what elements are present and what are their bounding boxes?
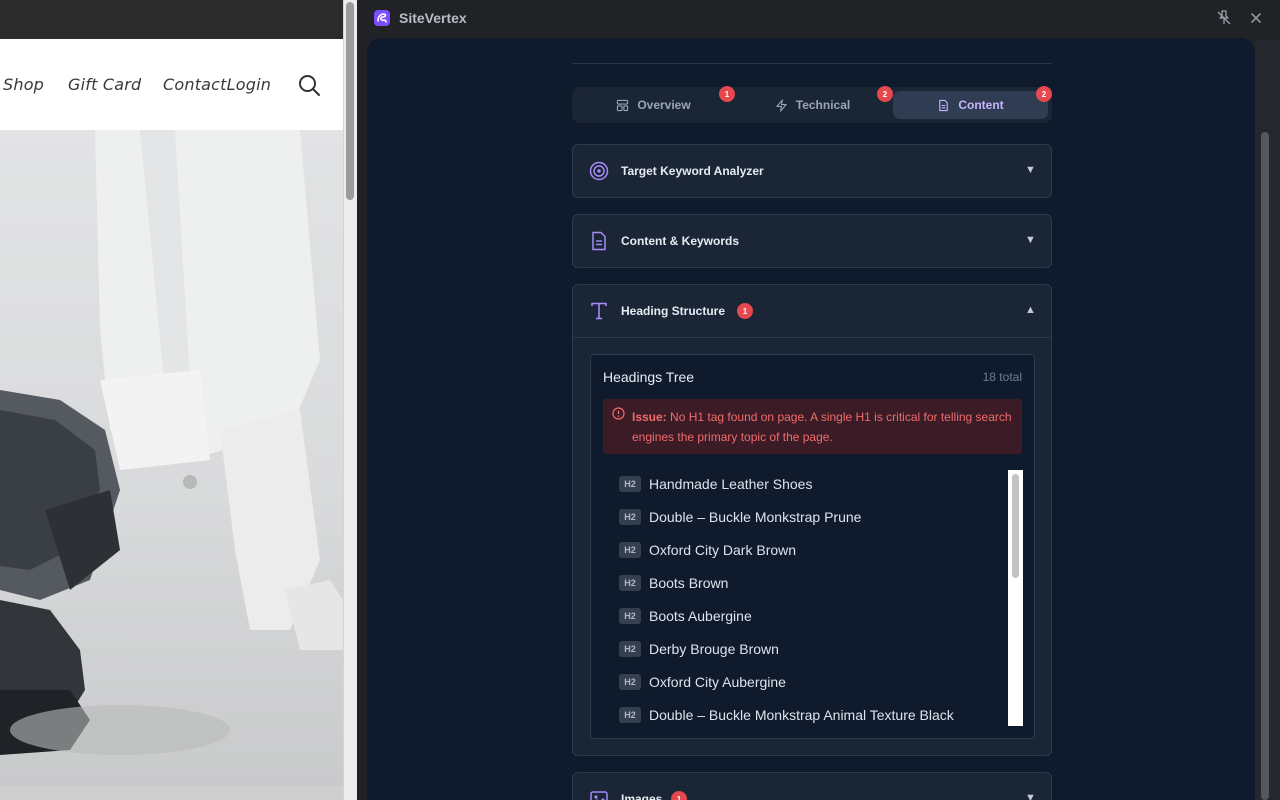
tab-technical-label: Technical: [795, 98, 851, 112]
section-content-keywords-title: Content & Keywords: [621, 234, 740, 248]
chevron-down-icon: ▼: [1025, 234, 1036, 246]
list-item[interactable]: H2 Double – Buckle Monkstrap Animal Text…: [619, 705, 954, 725]
section-target-keyword-header[interactable]: Target Keyword Analyzer ▼: [573, 145, 1051, 197]
section-content-keywords-header[interactable]: Content & Keywords ▼: [573, 215, 1051, 267]
heading-text: Oxford City Dark Brown: [649, 542, 797, 558]
list-item[interactable]: H2 Oxford City Dark Brown: [619, 540, 796, 560]
website-viewport: Shop Gift Card ContactLogin: [0, 0, 343, 800]
close-icon[interactable]: [1247, 9, 1265, 27]
heading-level-tag: H2: [619, 641, 641, 657]
issue-text: No H1 tag found on page. A single H1 is …: [632, 410, 1012, 444]
hero-image: [0, 130, 343, 786]
section-content-keywords: Content & Keywords ▼: [572, 214, 1052, 268]
list-item[interactable]: H2 Oxford City Aubergine: [619, 672, 786, 692]
list-item[interactable]: H2 Handmade Leather Shoes: [619, 474, 812, 494]
search-icon[interactable]: [298, 74, 320, 96]
image-icon: [590, 791, 608, 800]
top-divider: [572, 63, 1052, 64]
app-title: SiteVertex: [399, 10, 467, 26]
layout-icon: [617, 99, 629, 111]
sitevertex-logo-icon: [374, 10, 390, 26]
nav-link-contact-login[interactable]: ContactLogin: [163, 75, 271, 94]
site-bottom-strip: [0, 786, 343, 800]
heading-level-tag: H2: [619, 509, 641, 525]
section-heading-structure: Heading Structure 1 ▲ Headings Tree 18 t…: [572, 284, 1052, 756]
unpin-icon[interactable]: [1215, 9, 1233, 27]
tab-technical-badge: 2: [877, 86, 893, 102]
chevron-up-icon: ▲: [1025, 304, 1036, 316]
section-images: Images 1 ▼: [572, 772, 1052, 800]
tab-bar: Overview 1 Technical 2 Content 2: [572, 86, 1052, 123]
heading-text: Boots Brown: [649, 575, 729, 591]
panel-content: Overview 1 Technical 2 Content 2 Target …: [367, 38, 1255, 800]
section-images-header[interactable]: Images 1 ▼: [573, 773, 1051, 800]
shoes-photo: [0, 130, 343, 755]
heading-text: Double – Buckle Monkstrap Animal Texture…: [649, 707, 954, 723]
headings-list-scrollbar-thumb[interactable]: [1012, 474, 1019, 578]
tab-overview[interactable]: Overview: [576, 91, 731, 119]
issue-label: Issue:: [632, 410, 667, 424]
heading-text: Double – Buckle Monkstrap Prune: [649, 509, 862, 525]
tab-overview-label: Overview: [637, 98, 691, 112]
site-navigation: Shop Gift Card ContactLogin: [0, 39, 343, 130]
heading-text: Boots Aubergine: [649, 608, 752, 624]
tab-overview-badge: 1: [719, 86, 735, 102]
section-heading-structure-badge: 1: [737, 303, 753, 319]
issue-alert: Issue: No H1 tag found on page. A single…: [603, 399, 1022, 454]
section-heading-structure-header[interactable]: Heading Structure 1 ▲: [573, 285, 1051, 337]
headings-tree: Headings Tree 18 total Issue: No H1 tag …: [590, 354, 1035, 739]
chevron-down-icon: ▼: [1025, 164, 1036, 176]
issue-message: Issue: No H1 tag found on page. A single…: [632, 407, 1012, 447]
text-type-icon: [591, 302, 607, 320]
panel-scrollbar-thumb[interactable]: [1261, 132, 1269, 800]
site-top-bar: [0, 0, 343, 39]
list-item[interactable]: H2 Boots Aubergine: [619, 606, 752, 626]
tab-content-badge: 2: [1036, 86, 1052, 102]
heading-level-tag: H2: [619, 608, 641, 624]
nav-link-gift-card[interactable]: Gift Card: [68, 75, 141, 94]
chevron-down-icon: ▼: [1025, 792, 1036, 800]
document-icon: [592, 231, 606, 251]
headings-total-count: 18 total: [982, 370, 1022, 384]
heading-level-tag: H2: [619, 674, 641, 690]
list-item[interactable]: H2 Derby Brouge Brown: [619, 639, 779, 659]
nav-link-shop[interactable]: Shop: [3, 75, 44, 94]
tab-content[interactable]: Content: [893, 91, 1048, 119]
lightning-icon: [776, 98, 787, 112]
heading-level-tag: H2: [619, 542, 641, 558]
panel-titlebar: SiteVertex: [357, 0, 1280, 36]
list-item[interactable]: H2 Boots Brown: [619, 573, 728, 593]
section-target-keyword: Target Keyword Analyzer ▼: [572, 144, 1052, 198]
list-item[interactable]: H2 Double – Buckle Monkstrap Prune: [619, 507, 861, 527]
document-icon: [939, 99, 949, 111]
target-icon: [589, 161, 609, 181]
website-scrollbar-thumb[interactable]: [346, 2, 354, 200]
sitevertex-panel: SiteVertex Overview 1 Technical 2 Conten…: [357, 0, 1280, 800]
headings-list[interactable]: H2 Handmade Leather Shoes H2 Double – Bu…: [603, 470, 1008, 738]
heading-text: Handmade Leather Shoes: [649, 476, 813, 492]
heading-text: Oxford City Aubergine: [649, 674, 786, 690]
section-images-badge: 1: [671, 791, 687, 800]
section-target-keyword-title: Target Keyword Analyzer: [621, 164, 764, 178]
headings-tree-title: Headings Tree: [603, 369, 695, 385]
tab-content-label: Content: [958, 98, 1004, 112]
heading-level-tag: H2: [619, 707, 641, 723]
alert-circle-icon: [612, 407, 625, 420]
heading-level-tag: H2: [619, 575, 641, 591]
section-images-title: Images: [621, 792, 663, 800]
section-heading-structure-title: Heading Structure: [621, 304, 726, 318]
heading-level-tag: H2: [619, 476, 641, 492]
heading-text: Derby Brouge Brown: [649, 641, 779, 657]
section-separator: [573, 337, 1051, 338]
tab-technical[interactable]: Technical: [735, 91, 890, 119]
